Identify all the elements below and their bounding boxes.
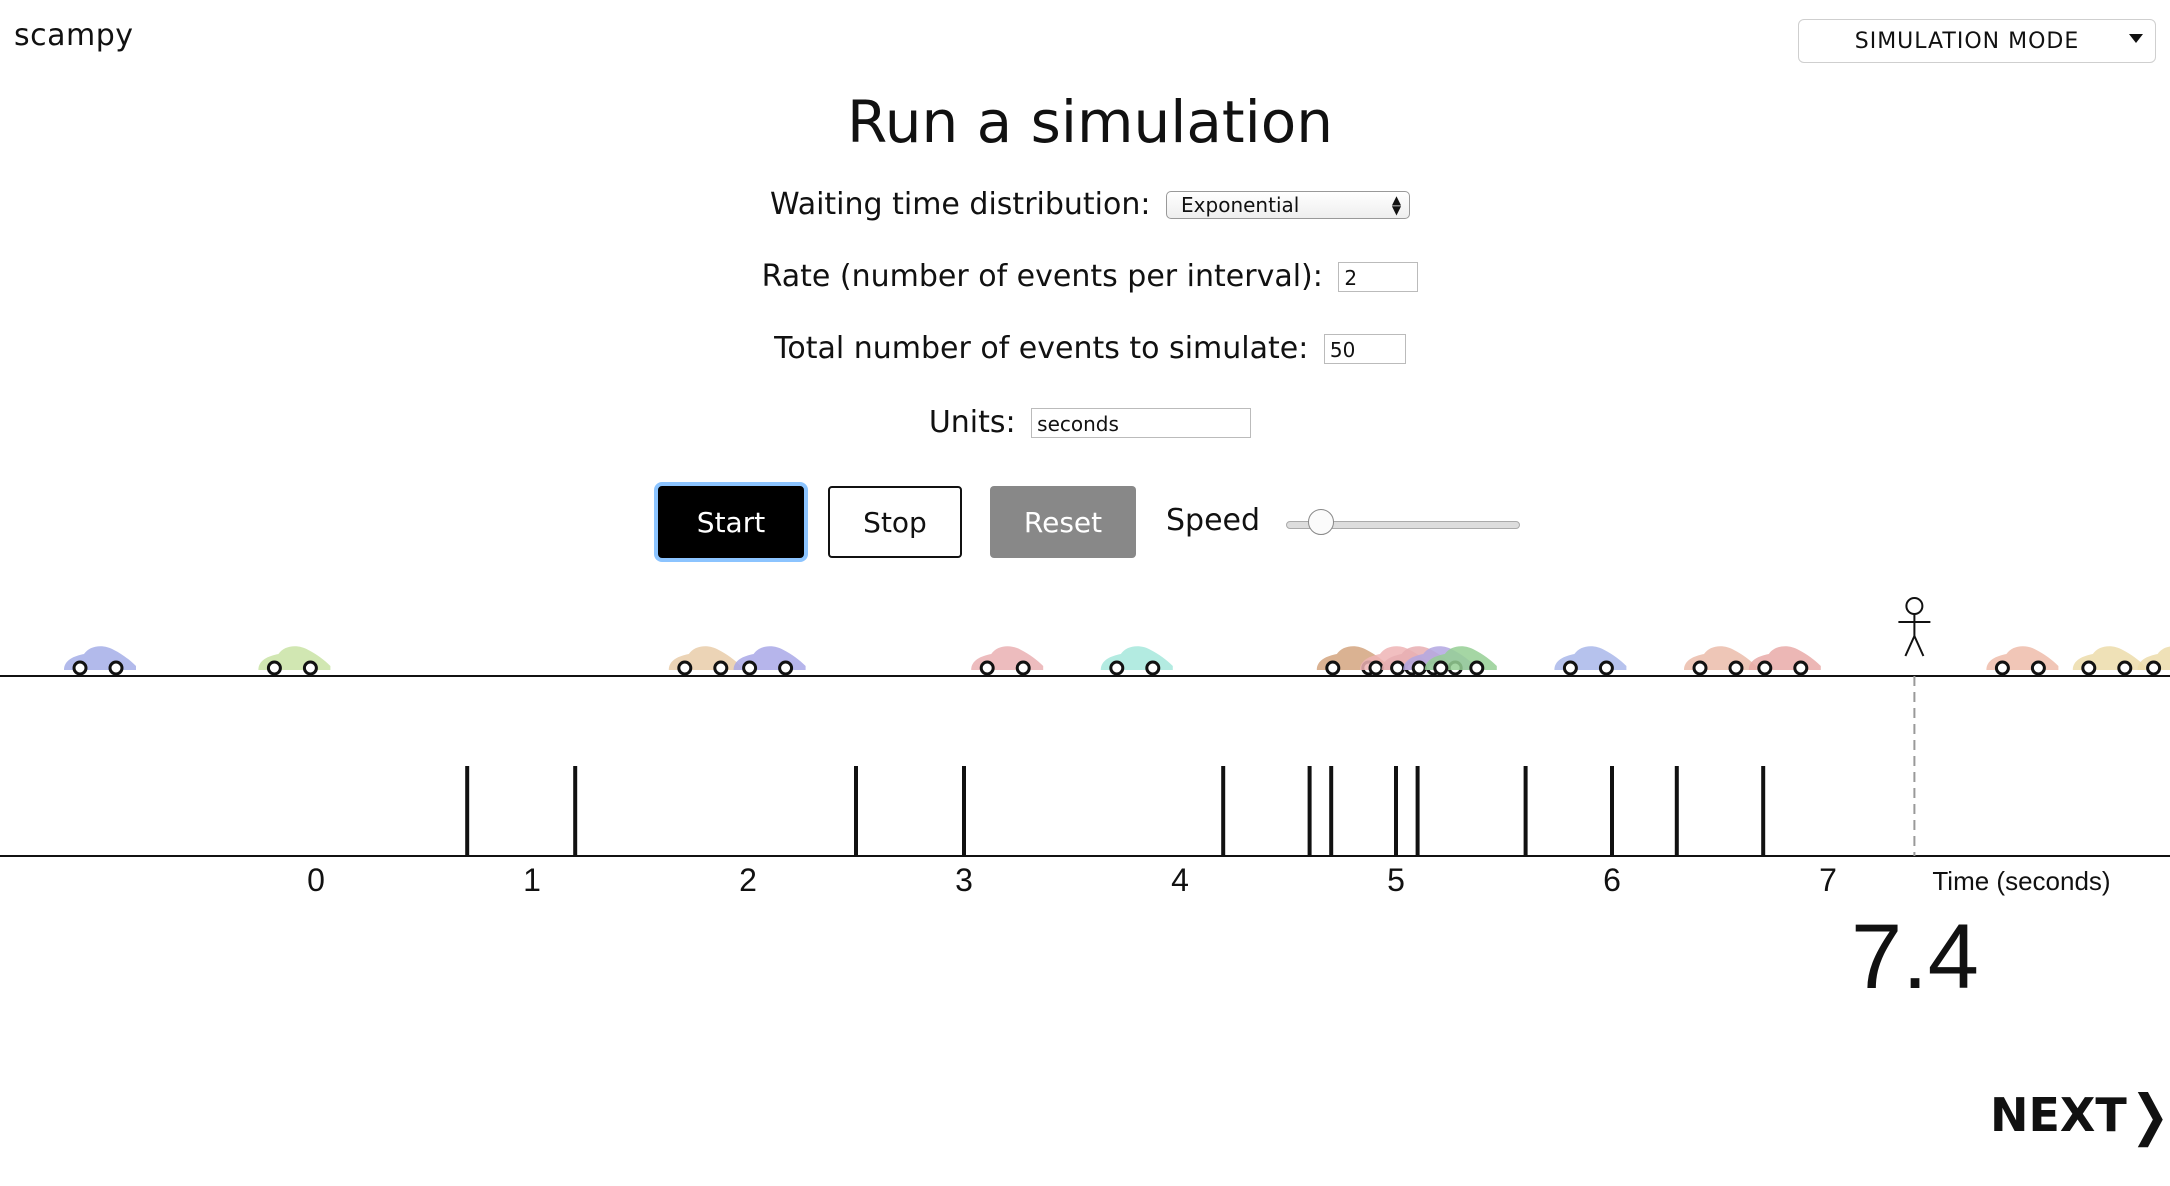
units-input[interactable]: seconds (1031, 407, 1252, 438)
speed-slider-thumb[interactable] (1308, 509, 1334, 535)
distribution-row: Waiting time distribution: Exponential ▲… (0, 186, 2170, 222)
page-title: Run a simulation (847, 88, 1333, 156)
tick-label: 1 (523, 862, 541, 898)
total-events-label: Total number of events to simulate: (774, 331, 1309, 366)
events-layer (465, 766, 1766, 856)
brand-logo[interactable]: scampy (14, 18, 134, 53)
car-icon (1748, 646, 1821, 676)
tick-label: 6 (1603, 862, 1621, 898)
car-icon (258, 646, 331, 676)
car-icon (971, 646, 1044, 676)
tick-label: 3 (955, 862, 973, 898)
units-row: Units: seconds (0, 404, 2170, 440)
car-icon (2137, 646, 2170, 676)
timeline-chart: 0 1 2 3 4 5 6 7 Time (seconds) (0, 597, 2170, 898)
rate-input[interactable]: 2 (1338, 261, 1419, 292)
total-events-row: Total number of events to simulate: 50 (0, 330, 2170, 366)
tick-label: 0 (307, 862, 325, 898)
cars-layer (64, 646, 2170, 676)
rate-row: Rate (number of events per interval): 2 (0, 258, 2170, 294)
start-button[interactable]: Start (658, 486, 804, 558)
chevron-down-icon (2129, 34, 2143, 43)
car-icon (1554, 646, 1627, 676)
car-icon (64, 646, 136, 676)
tick-label: 7 (1819, 862, 1837, 898)
current-time-readout: 7.4 (1851, 906, 1979, 1008)
car-icon (668, 646, 741, 676)
mode-select[interactable]: SIMULATION MODE (1798, 19, 2156, 63)
mode-select-label: SIMULATION MODE (1854, 28, 2080, 54)
distribution-label: Waiting time distribution: (769, 187, 1151, 222)
tick-label: 4 (1171, 862, 1189, 898)
total-events-input[interactable]: 50 (1323, 333, 1406, 364)
car-icon (733, 646, 806, 676)
stop-button[interactable]: Stop (828, 486, 962, 558)
tick-label: 2 (739, 862, 757, 898)
person-icon (1898, 597, 1931, 657)
car-icon (2072, 646, 2145, 676)
car-icon (1100, 646, 1173, 676)
car-icon (1684, 646, 1756, 676)
distribution-value: Exponential (1181, 192, 1300, 217)
car-icon (1986, 646, 2059, 676)
time-axis-label: Time (seconds) (1932, 866, 2110, 896)
speed-label: Speed (1166, 503, 1261, 538)
next-label: NEXT (1990, 1088, 2127, 1142)
select-arrows-icon: ▲ ▼ (1391, 192, 1402, 217)
tick-label: 5 (1387, 862, 1405, 898)
units-label: Units: (928, 405, 1016, 440)
reset-button[interactable]: Reset (990, 486, 1136, 558)
tick-labels-layer: 0 1 2 3 4 5 6 7 (307, 862, 1837, 898)
rate-label: Rate (number of events per interval): (761, 259, 1323, 294)
chevron-right-icon: ❯ (2130, 1082, 2170, 1148)
distribution-select[interactable]: Exponential ▲ ▼ (1166, 190, 1411, 219)
next-button[interactable]: NEXT ❯ (1990, 1083, 2169, 1148)
